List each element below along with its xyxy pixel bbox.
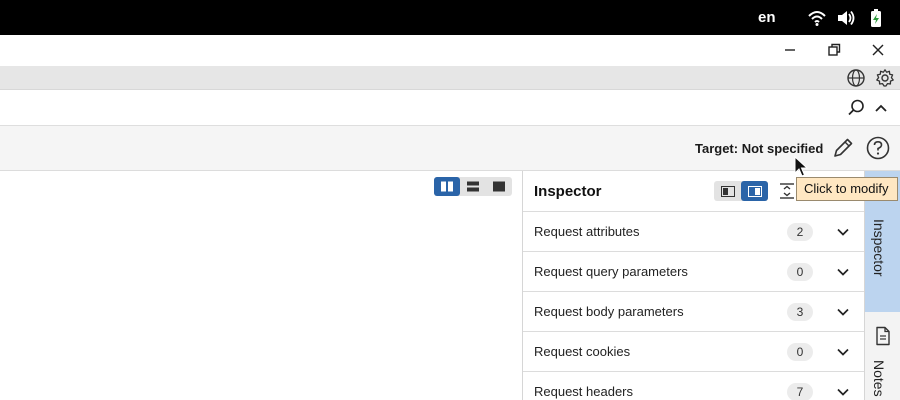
globe-icon[interactable] [846,68,866,88]
count-badge: 0 [787,263,813,281]
inspector-row-headers[interactable]: Request headers 7 [523,372,865,400]
search-icon[interactable] [846,98,866,118]
mouse-cursor-icon [794,155,809,178]
close-icon[interactable] [868,41,888,59]
chevron-up-icon[interactable] [872,98,890,118]
count-badge: 2 [787,223,813,241]
tooltip: Click to modify [796,177,898,201]
row-label: Request query parameters [534,264,688,279]
inspector-panel: Inspector Request attributes 2 Request q… [522,171,865,400]
side-rail: Inspector Notes [864,171,900,400]
target-bar: Target: Not specified [0,126,900,171]
language-indicator[interactable]: en [758,9,776,26]
message-editor-pane [0,171,522,400]
rail-tab-label: Notes [871,360,887,397]
battery-icon[interactable] [866,8,886,28]
document-icon [874,326,892,346]
inspector-view-toggle [714,181,768,201]
inspector-left-view-button[interactable] [714,181,741,201]
chevron-down-icon[interactable] [835,264,851,280]
inspector-title: Inspector [534,183,602,200]
layout-toggle-group [434,177,512,196]
target-label[interactable]: Target: Not specified [695,141,823,156]
inspector-row-query-parameters[interactable]: Request query parameters 0 [523,252,865,292]
stacked-layout-button[interactable] [460,177,486,196]
chevron-down-icon[interactable] [835,304,851,320]
row-label: Request attributes [534,224,640,239]
minimize-icon[interactable] [780,41,800,59]
volume-icon[interactable] [836,8,856,28]
count-badge: 0 [787,343,813,361]
wifi-icon[interactable] [807,8,827,28]
row-label: Request body parameters [534,304,684,319]
inspector-right-view-button[interactable] [741,181,768,201]
chevron-down-icon[interactable] [835,224,851,240]
side-by-side-layout-button[interactable] [434,177,460,196]
restore-icon[interactable] [824,41,844,59]
menu-strip [0,66,900,90]
chevron-down-icon[interactable] [835,344,851,360]
inspector-row-body-parameters[interactable]: Request body parameters 3 [523,292,865,332]
inspector-row-request-attributes[interactable]: Request attributes 2 [523,212,865,252]
rail-tab-label: Inspector [871,219,887,277]
single-layout-button[interactable] [486,177,512,196]
row-label: Request cookies [534,344,631,359]
inspector-row-cookies[interactable]: Request cookies 0 [523,332,865,372]
rail-tab-notes[interactable]: Notes [865,312,900,400]
window-title-bar [0,35,900,66]
chevron-down-icon[interactable] [835,384,851,400]
count-badge: 7 [787,383,813,400]
pencil-icon[interactable] [830,135,856,161]
expand-collapse-icon[interactable] [777,181,797,201]
gear-icon[interactable] [875,68,895,88]
search-strip [0,90,900,126]
system-bar: en [0,0,900,35]
row-label: Request headers [534,384,634,399]
help-icon[interactable] [865,135,891,161]
count-badge: 3 [787,303,813,321]
